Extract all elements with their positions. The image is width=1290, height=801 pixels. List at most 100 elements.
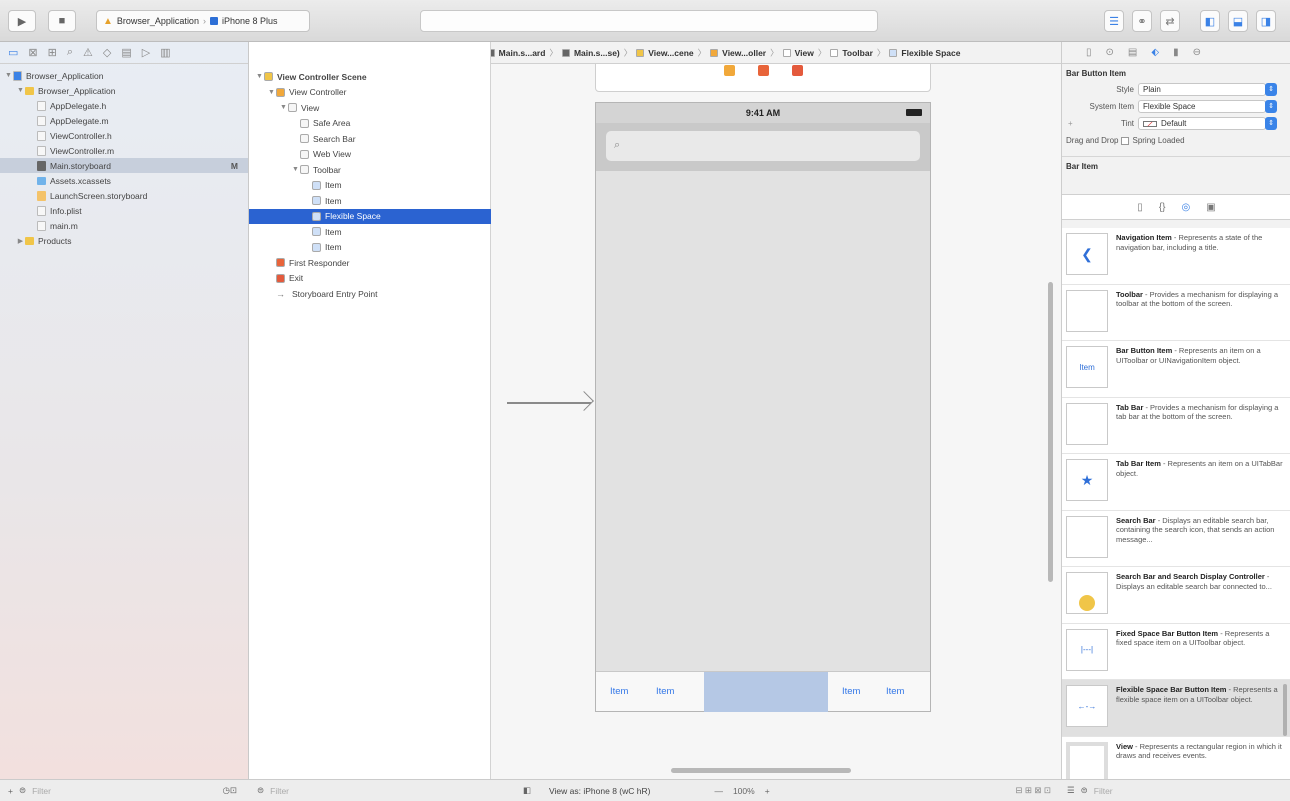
outline-row[interactable]: ▼ View Controller Scene bbox=[249, 69, 491, 85]
add-icon[interactable]: + bbox=[8, 786, 13, 796]
view-controller-icon[interactable] bbox=[724, 65, 735, 76]
quick-help-icon[interactable]: ⊙ bbox=[1106, 47, 1114, 58]
first-responder-icon[interactable] bbox=[758, 65, 769, 76]
standard-editor-button[interactable]: ☰ bbox=[1104, 10, 1124, 32]
disclosure-open-icon[interactable]: ▼ bbox=[16, 87, 25, 94]
toolbar[interactable]: Item Item Item Item bbox=[596, 671, 930, 712]
breadcrumb-item[interactable]: Main.s...ard bbox=[499, 48, 546, 58]
outline-row[interactable]: Safe Area bbox=[249, 116, 491, 132]
navigator-filter-input[interactable]: Filter bbox=[32, 786, 51, 796]
test-icon[interactable]: ◇ bbox=[103, 46, 111, 59]
file-inspector-icon[interactable]: ▯ bbox=[1086, 47, 1092, 58]
library-item[interactable]: Toolbar - Provides a mechanism for displ… bbox=[1062, 285, 1290, 341]
file-template-icon[interactable]: ▯ bbox=[1137, 202, 1143, 213]
navigator-item[interactable]: Assets.xcassets bbox=[0, 173, 248, 188]
view-as-label[interactable]: View as: iPhone 8 (wC hR) bbox=[549, 786, 650, 796]
folder-icon[interactable]: ▭ bbox=[8, 46, 18, 59]
canvas-horizontal-scrollbar[interactable] bbox=[671, 768, 851, 773]
style-popup[interactable]: Plain ⇕ bbox=[1138, 83, 1277, 96]
assistant-editor-button[interactable]: ⚭ bbox=[1132, 10, 1152, 32]
exit-icon[interactable] bbox=[792, 65, 803, 76]
search-bar[interactable]: ⌕ bbox=[596, 123, 930, 171]
size-inspector-icon[interactable]: ▮ bbox=[1173, 47, 1179, 58]
web-view[interactable] bbox=[596, 171, 930, 671]
outline-row[interactable]: Exit bbox=[249, 271, 491, 287]
toggle-inspector-button[interactable]: ◨ bbox=[1256, 10, 1276, 32]
outline-row[interactable]: Item bbox=[249, 240, 491, 256]
library-item[interactable]: ←-→ Flexible Space Bar Button Item - Repr… bbox=[1062, 680, 1290, 737]
storyboard-canvas[interactable]: 9:41 AM ⌕ Item Item Item Item bbox=[491, 64, 1061, 779]
toolbar-item-4[interactable]: Item bbox=[886, 686, 904, 697]
outline-row[interactable]: Flexible Space bbox=[249, 208, 491, 224]
zoom-out-button[interactable]: — bbox=[714, 786, 723, 796]
outline-row[interactable]: → Storyboard Entry Point bbox=[249, 286, 491, 302]
flexible-space-item[interactable] bbox=[704, 672, 828, 712]
report-icon[interactable]: ▥ bbox=[160, 46, 170, 59]
library-item[interactable]: Search Bar - Displays an editable search… bbox=[1062, 511, 1290, 567]
outline-row[interactable]: ▼ View Controller bbox=[249, 85, 491, 101]
layout-tools-icons[interactable]: ⊟ ⊞ ⊠ ⊡ bbox=[1015, 785, 1051, 796]
recent-files-icon[interactable]: ◷⊡ bbox=[222, 785, 237, 796]
navigator-item[interactable]: LaunchScreen.storyboard bbox=[0, 188, 248, 203]
system-item-popup[interactable]: Flexible Space ⇕ bbox=[1138, 100, 1277, 113]
toolbar-item-3[interactable]: Item bbox=[842, 686, 860, 697]
navigator-item[interactable]: ViewController.m bbox=[0, 143, 248, 158]
navigator-item[interactable]: AppDelegate.m bbox=[0, 113, 248, 128]
version-editor-button[interactable]: ⇄ bbox=[1160, 10, 1180, 32]
issue-icon[interactable]: ⚠ bbox=[83, 46, 93, 59]
navigator-item[interactable]: ▼ Browser_Application bbox=[0, 83, 248, 98]
code-snippet-icon[interactable]: {} bbox=[1159, 202, 1166, 213]
outline-row[interactable]: Item bbox=[249, 224, 491, 240]
breakpoint-icon[interactable]: ▷ bbox=[142, 46, 150, 59]
breadcrumb-item[interactable]: Toolbar bbox=[842, 48, 873, 58]
outline-row[interactable]: ▼ View bbox=[249, 100, 491, 116]
spring-loaded-checkbox[interactable] bbox=[1121, 136, 1130, 145]
library-item[interactable]: |---| Fixed Space Bar Button Item - Repre… bbox=[1062, 624, 1290, 680]
breadcrumb-item[interactable]: Main.s...se) bbox=[574, 48, 620, 58]
stop-button[interactable]: ■ bbox=[48, 10, 76, 32]
outline-filter-input[interactable]: Filter bbox=[270, 786, 289, 796]
toggle-debug-button[interactable]: ⬓ bbox=[1228, 10, 1248, 32]
identity-inspector-icon[interactable]: ▤ bbox=[1128, 47, 1137, 58]
outline-row[interactable]: Item bbox=[249, 178, 491, 194]
navigator-item[interactable]: ▶ Products bbox=[0, 233, 248, 248]
disclosure-open-icon[interactable]: ▼ bbox=[255, 73, 264, 80]
find-icon[interactable]: ⌕ bbox=[67, 46, 73, 59]
navigator-item[interactable]: main.m bbox=[0, 218, 248, 233]
outline-row[interactable]: First Responder bbox=[249, 255, 491, 271]
library-scrollbar[interactable] bbox=[1283, 684, 1287, 736]
breadcrumb-item[interactable]: Flexible Space bbox=[901, 48, 960, 58]
symbol-icon[interactable]: ⊞ bbox=[48, 46, 57, 59]
toolbar-item-2[interactable]: Item bbox=[656, 686, 674, 697]
disclosure-open-icon[interactable]: ▼ bbox=[279, 104, 288, 111]
library-item[interactable]: ❮ Navigation Item - Represents a state of… bbox=[1062, 228, 1290, 285]
breadcrumb-item[interactable]: View...oller bbox=[722, 48, 766, 58]
disclosure-open-icon[interactable]: ▼ bbox=[291, 166, 300, 173]
disclosure-open-icon[interactable]: ▼ bbox=[4, 72, 13, 79]
outline-row[interactable]: Item bbox=[249, 193, 491, 209]
navigator-item[interactable]: ViewController.h bbox=[0, 128, 248, 143]
connections-inspector-icon[interactable]: ⊖ bbox=[1193, 47, 1201, 58]
attributes-inspector-icon[interactable]: ⬖ bbox=[1151, 47, 1159, 58]
library-item[interactable]: Item Bar Button Item - Represents an item… bbox=[1062, 341, 1290, 398]
library-item[interactable]: ★ Tab Bar Item - Represents an item on a … bbox=[1062, 454, 1290, 511]
disclosure-open-icon[interactable]: ▼ bbox=[267, 89, 276, 96]
list-view-icon[interactable]: ☰ bbox=[1067, 785, 1075, 796]
breadcrumb-item[interactable]: View...cene bbox=[648, 48, 693, 58]
scheme-selector[interactable]: ▲ Browser_Application › iPhone 8 Plus bbox=[96, 10, 310, 32]
zoom-in-button[interactable]: + bbox=[765, 786, 770, 796]
breadcrumb-item[interactable]: View bbox=[795, 48, 814, 58]
outline-row[interactable]: Search Bar bbox=[249, 131, 491, 147]
navigator-item[interactable]: ▼ Browser_Application bbox=[0, 68, 248, 83]
add-variation-icon[interactable]: + bbox=[1068, 119, 1073, 128]
debug-icon[interactable]: ▤ bbox=[121, 46, 131, 59]
toggle-outline-icon[interactable]: ◧ bbox=[523, 785, 531, 796]
tint-popup[interactable]: Default ⇕ bbox=[1138, 117, 1277, 130]
navigator-item[interactable]: Main.storyboard M bbox=[0, 158, 248, 173]
toolbar-item-1[interactable]: Item bbox=[610, 686, 628, 697]
outline-row[interactable]: Web View bbox=[249, 147, 491, 163]
object-library-icon[interactable]: ◎ bbox=[1182, 202, 1191, 213]
toggle-navigator-button[interactable]: ◧ bbox=[1200, 10, 1220, 32]
outline-row[interactable]: ▼ Toolbar bbox=[249, 162, 491, 178]
view-controller-frame[interactable]: 9:41 AM ⌕ Item Item Item Item bbox=[595, 102, 931, 712]
